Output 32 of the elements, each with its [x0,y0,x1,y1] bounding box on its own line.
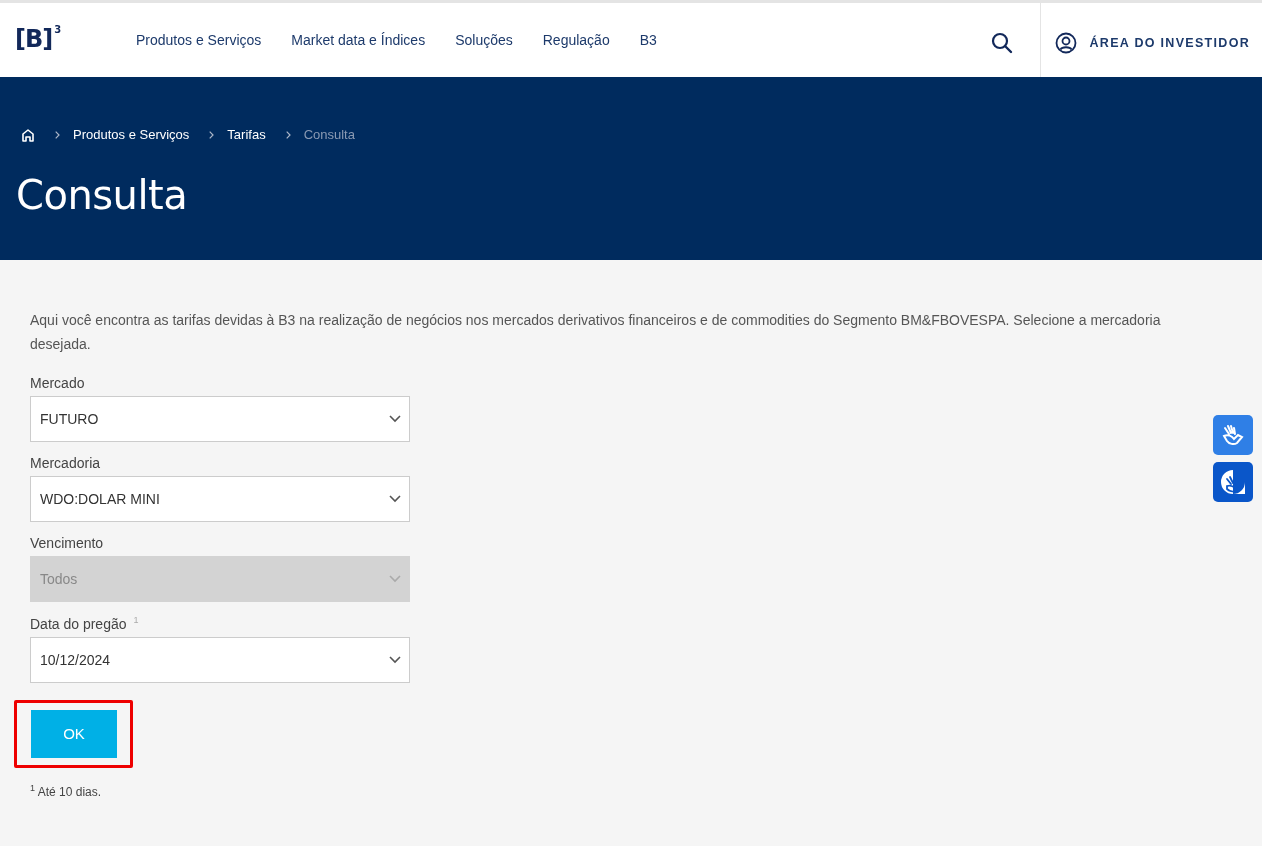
home-icon[interactable] [21,127,35,142]
chevron-right-icon [55,130,60,139]
nav-link[interactable]: Regulação [542,32,610,48]
sign-language-icon[interactable] [1213,462,1253,502]
field-label: Vencimento [30,535,105,551]
chevron-icon [389,495,401,503]
logo[interactable]: [B]$^{3}$ [15,23,115,53]
user-icon [1054,32,1077,54]
chevron-right-icon [285,130,291,139]
chevron-icon [389,575,401,583]
select-field[interactable]: WDO:DOLAR MINI [30,476,410,522]
field-label: Mercadoria [30,455,102,471]
page-title: Consulta [16,172,189,218]
investor-area-link[interactable]: ÁREA DO INVESTIDOR [1054,32,1250,54]
chevron-right-icon [209,130,215,139]
select-field[interactable]: 10/12/2024 [30,636,410,683]
breadcrumb-link[interactable]: Tarifas [227,127,266,142]
select-field[interactable]: FUTURO [30,396,410,442]
nav-link[interactable]: Soluções [455,32,513,48]
field-label: Mercado [30,375,86,391]
chevron-icon [389,415,401,423]
intro-text: Aqui você encontra as tarifas devidas à B3 na realização de negócios nos mercados derivativos financeiros e de commodities do Segmento BM&FBOVESPA. Selecione a mercadoria desejada. [30,311,1162,354]
footnote: $^{1}$ Até 10 dias. [30,782,103,799]
breadcrumb-link[interactable]: Produtos e Serviços [73,127,190,142]
sign-language-icon[interactable] [1213,415,1253,455]
field-label: Data do pregão $^{1}$ [30,615,140,632]
nav-link[interactable]: Produtos e Serviços [136,32,262,48]
chevron-icon [389,655,401,664]
breadcrumb-current[interactable]: Consulta [303,127,355,142]
search-icon[interactable] [990,32,1013,54]
nav-link[interactable]: B3 [639,32,657,48]
nav-link[interactable]: Market data e Índices [291,32,426,48]
